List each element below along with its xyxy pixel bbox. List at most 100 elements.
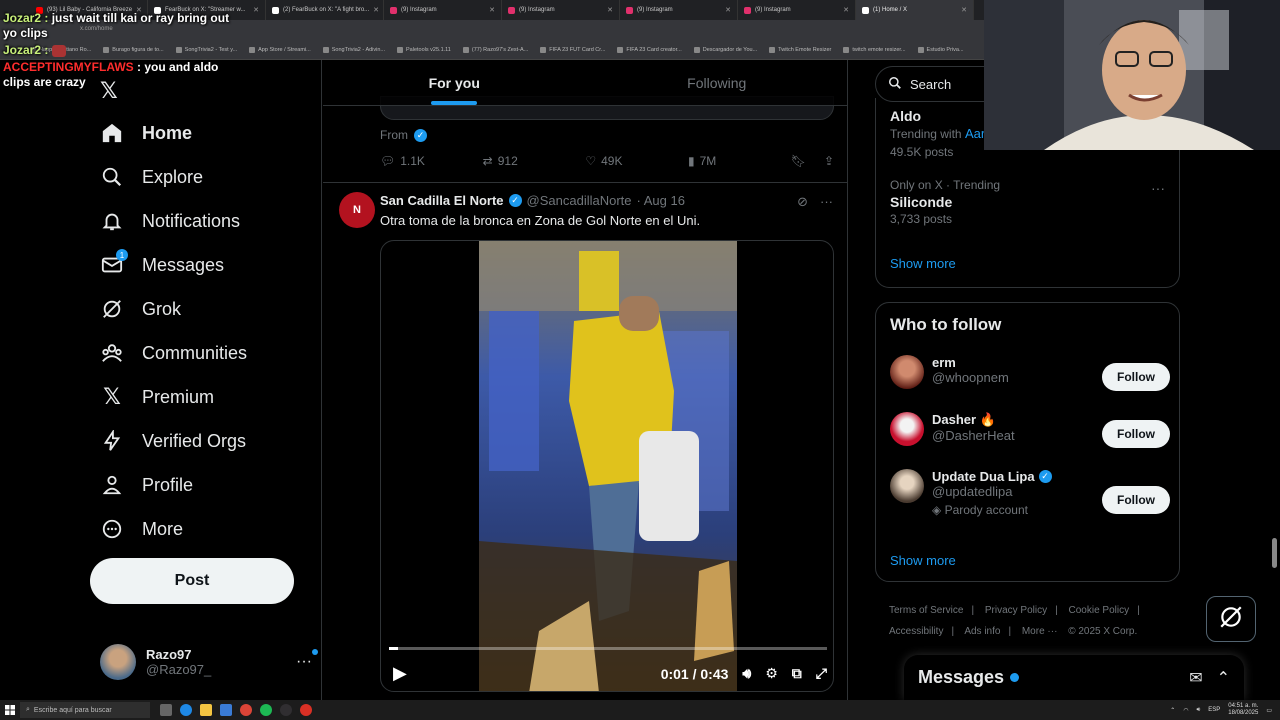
follow-button[interactable]: Follow <box>1102 420 1170 448</box>
video-frame[interactable] <box>479 241 737 691</box>
more-horizontal-icon[interactable]: ··· <box>820 194 833 210</box>
grok-icon[interactable]: ⊘ <box>797 194 808 210</box>
store-icon[interactable] <box>220 704 232 716</box>
close-icon[interactable]: ✕ <box>607 6 613 14</box>
close-icon[interactable]: ✕ <box>373 6 379 14</box>
instagram-icon <box>508 6 515 14</box>
follow-suggestion[interactable]: Dasher 🔥 @DasherHeat Follow <box>890 412 1170 456</box>
bookmark[interactable]: Twitch Emote Resizer <box>769 46 831 53</box>
close-icon[interactable]: ✕ <box>961 6 967 14</box>
taskbar-search-input[interactable]: ⌕ Escribe aquí para buscar <box>20 702 150 718</box>
clock[interactable]: 04:51 a. m. 18/08/2025 <box>1228 703 1258 717</box>
follow-button[interactable]: Follow <box>1102 363 1170 391</box>
windows-start-icon[interactable] <box>0 700 20 720</box>
show-more-follow-link[interactable]: Show more <box>890 553 956 568</box>
browser-tab[interactable]: (2) FearBuck on X: "A fight bro... ✕ <box>266 0 384 20</box>
browser-tab[interactable]: (9) Instagram ✕ <box>502 0 620 20</box>
nav-item-profile[interactable]: Profile <box>100 469 193 501</box>
nav-item-premium[interactable]: 𝕏 Premium <box>100 381 214 413</box>
bookmark[interactable]: Descargador de You... <box>693 46 757 53</box>
language-indicator[interactable]: ESP <box>1208 707 1220 713</box>
post-button[interactable]: Post <box>90 558 294 604</box>
bookmark[interactable]: FIFA 23 FUT Card Cr... <box>540 46 605 53</box>
nav-item-explore[interactable]: Explore <box>100 161 203 193</box>
nav-item-more[interactable]: More <box>100 513 183 545</box>
nav-item-communities[interactable]: Communities <box>100 337 247 369</box>
follow-suggestion[interactable]: Update Dua Lipa ✓ @updatedlipa ◈ Parody a… <box>890 469 1170 531</box>
bookmark[interactable]: Paletools v25.1.11 <box>397 46 451 53</box>
obs-icon[interactable] <box>280 704 292 716</box>
file-explorer-icon[interactable] <box>200 704 212 716</box>
play-icon[interactable]: ▶ <box>393 663 407 684</box>
nav-item-messages[interactable]: 1 Messages <box>100 249 224 281</box>
close-icon[interactable]: ✕ <box>843 6 849 14</box>
scrollbar[interactable] <box>1272 538 1277 568</box>
task-view-icon[interactable] <box>160 704 172 716</box>
chrome-icon[interactable] <box>240 704 252 716</box>
bookmark[interactable]: twitch emote resizer... <box>843 46 906 53</box>
bookmark[interactable]: App Store / Streami... <box>249 46 311 53</box>
gear-icon[interactable]: ⚙ <box>765 665 778 682</box>
fullscreen-icon[interactable]: ⤢ <box>816 665 827 682</box>
close-icon[interactable]: ✕ <box>489 6 495 14</box>
messages-drawer[interactable]: Messages ✉ ⌃ <box>904 655 1244 700</box>
tray-chevron-up-icon[interactable]: ⌃ <box>1170 707 1175 714</box>
spotify-icon[interactable] <box>260 704 272 716</box>
wifi-icon[interactable]: ◠ <box>1183 707 1188 714</box>
nav-item-home[interactable]: Home <box>100 117 192 149</box>
repost-button[interactable]: ⇄ 912 <box>483 154 586 168</box>
more-horizontal-icon[interactable]: ··· <box>296 649 318 671</box>
app-icon[interactable] <box>300 704 312 716</box>
follow-button[interactable]: Follow <box>1102 486 1170 514</box>
views-button[interactable]: ▮ 7M <box>688 154 791 168</box>
bookmark[interactable]: FIFA 23 Card creator... <box>617 46 682 53</box>
tab-following[interactable]: Following <box>586 60 848 105</box>
footer-more-link[interactable]: More ··· <box>1022 626 1058 637</box>
verified-badge-icon: ✓ <box>508 194 522 207</box>
footer-link[interactable]: Accessibility <box>889 626 943 637</box>
close-icon[interactable]: ✕ <box>253 6 259 14</box>
trend-item[interactable]: Only on X · Trending Siliconde 3,733 pos… <box>890 178 1000 226</box>
tweet-date[interactable]: · Aug 16 <box>637 193 685 208</box>
avatar[interactable]: N <box>339 192 375 228</box>
new-message-icon[interactable]: ✉ <box>1189 668 1202 688</box>
video-progress-bar[interactable] <box>389 647 827 650</box>
account-switcher[interactable]: Razo97 @Razo97_ ··· <box>100 640 318 684</box>
browser-tab[interactable]: (9) Instagram ✕ <box>620 0 738 20</box>
author-name[interactable]: San Cadilla El Norte <box>380 193 504 208</box>
notifications-icon[interactable]: ▭ <box>1266 707 1272 714</box>
more-horizontal-icon[interactable]: ··· <box>1151 180 1165 196</box>
browser-tab[interactable]: (9) Instagram ✕ <box>738 0 856 20</box>
footer-link[interactable]: Cookie Policy <box>1069 605 1130 616</box>
bookmark[interactable]: Estudio Priva... <box>917 46 964 53</box>
bookmark-icon[interactable]: 🔖︎ <box>791 154 806 168</box>
close-icon[interactable]: ✕ <box>725 6 731 14</box>
left-sidebar: 𝕏 Home Explore Notifications 1 Messages … <box>0 60 322 700</box>
footer-link[interactable]: Privacy Policy <box>985 605 1047 616</box>
footer-link[interactable]: Ads info <box>964 626 1000 637</box>
footer-link[interactable]: Terms of Service <box>889 605 963 616</box>
browser-tab[interactable]: (9) Instagram ✕ <box>384 0 502 20</box>
video-player[interactable]: ▶ 0:01 / 0:43 🔊︎ ⚙ ⧉ ⤢ <box>380 240 834 692</box>
chevron-up-icon[interactable]: ⌃ <box>1217 668 1230 688</box>
tab-for-you[interactable]: For you <box>323 60 586 105</box>
nav-item-grok[interactable]: Grok <box>100 293 181 325</box>
volume-icon[interactable]: 🔊︎ <box>742 665 751 682</box>
nav-item-verified-orgs[interactable]: Verified Orgs <box>100 425 246 457</box>
author-handle[interactable]: @SancadillaNorte <box>527 193 632 208</box>
browser-tab-active[interactable]: (1) Home / X ✕ <box>856 0 974 20</box>
bookmark[interactable]: SongTrivia2 - Adivin... <box>322 46 385 53</box>
grok-button[interactable] <box>1206 596 1256 642</box>
picture-in-picture-icon[interactable]: ⧉ <box>792 665 802 682</box>
edge-icon[interactable] <box>180 704 192 716</box>
trend-link[interactable]: Aar <box>965 126 985 141</box>
trend-item[interactable]: Aldo Trending with Aar 49.5K posts <box>890 106 985 159</box>
follow-suggestion[interactable]: erm @whoopnem Follow <box>890 355 1170 399</box>
show-more-trends-link[interactable]: Show more <box>890 256 956 271</box>
like-button[interactable]: ♡ 49K <box>585 154 688 168</box>
share-icon[interactable]: ⇪ <box>824 154 834 168</box>
bookmark[interactable]: (77) Razo97's Zest-A... <box>462 46 528 53</box>
volume-icon[interactable]: 🔊︎ <box>1197 707 1201 714</box>
nav-item-notifications[interactable]: Notifications <box>100 205 240 237</box>
reply-button[interactable]: 💬︎ 1.1K <box>380 154 483 168</box>
